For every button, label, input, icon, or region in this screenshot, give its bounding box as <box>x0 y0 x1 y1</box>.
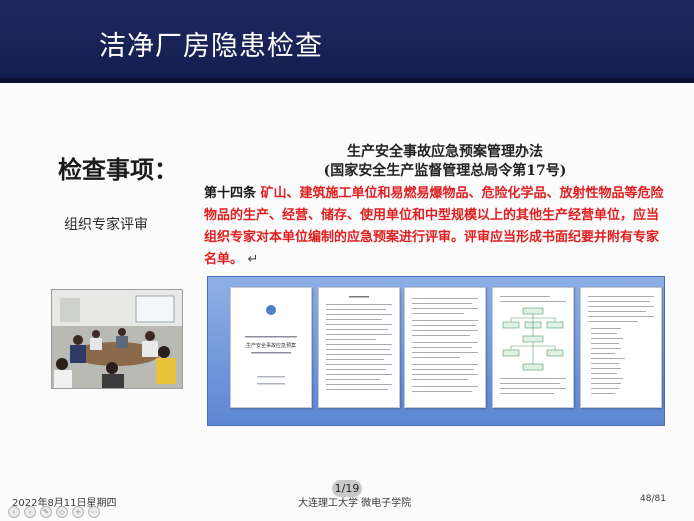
document-subtitle: (国家安全生产监督管理总局令第17号) <box>323 163 567 179</box>
clause-paragraph: 第十四条 矿山、建筑施工单位和易燃易爆物品、危险化学品、放射性物品等危险物品的生… <box>204 183 666 271</box>
pen-icon[interactable]: ✎ <box>40 506 52 518</box>
clause-text: 矿山、建筑施工单位和易燃易爆物品、危险化学品、放射性物品等危险物品的生产、经营、… <box>204 186 664 267</box>
document-title: 生产安全事故应急预案管理办法 <box>347 144 543 160</box>
eraser-icon[interactable]: ◇ <box>56 506 68 518</box>
section-label: 检查事项： <box>58 155 178 184</box>
sub-label: 组织专家评审 <box>64 217 148 233</box>
clause-number: 第十四条 <box>204 186 257 201</box>
more-icon[interactable]: ⋯ <box>88 506 100 518</box>
slide: 洁净厂房隐患检查 检查事项： 组织专家评审 生产安全事故应急预案管理办法 (国家… <box>0 0 694 521</box>
header-divider <box>0 78 694 83</box>
document-cover-title: 生产安全事故应急预案 <box>245 343 296 349</box>
document-page-5 <box>580 287 662 408</box>
document-page-flowchart <box>492 287 574 408</box>
document-preview-panel: 生产安全事故应急预案 <box>207 276 665 426</box>
zoom-icon[interactable]: + <box>72 506 84 518</box>
slide-header: 洁净厂房隐患检查 <box>0 0 694 78</box>
footer-page-number: 48/81 <box>640 494 666 504</box>
forward-icon[interactable]: › <box>24 506 36 518</box>
page-counter: 1/19 <box>332 480 362 497</box>
slide-title: 洁净厂房隐患检查 <box>99 31 323 62</box>
document-page-cover: 生产安全事故应急预案 <box>230 287 312 408</box>
document-page-3 <box>404 287 486 408</box>
back-icon[interactable]: ‹ <box>8 506 20 518</box>
meeting-photo <box>51 289 183 389</box>
document-page-2 <box>318 287 400 408</box>
paragraph-mark: ↵ <box>247 252 259 267</box>
